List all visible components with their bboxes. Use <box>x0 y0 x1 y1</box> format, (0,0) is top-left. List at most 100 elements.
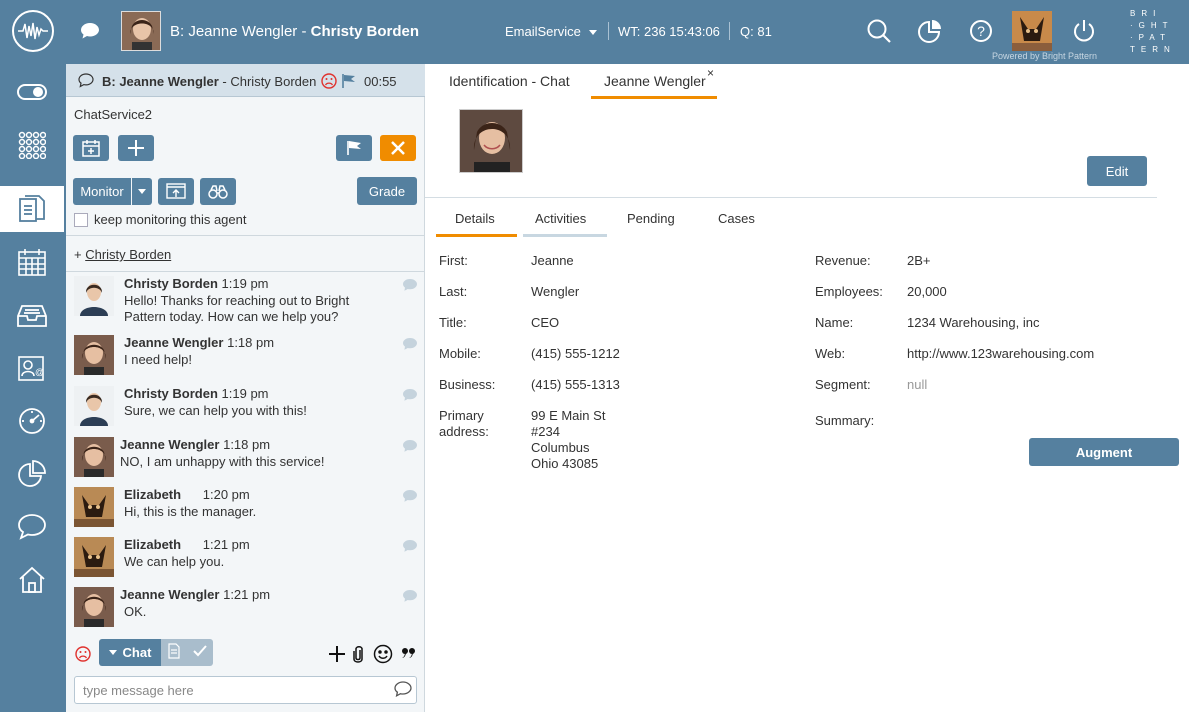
chat-panel: B: Jeanne Wengler - Christy Borden 00:55… <box>64 64 425 712</box>
participant-name[interactable]: Christy Borden <box>85 247 171 262</box>
message-text: We can help you. <box>124 554 225 569</box>
chat-bubble-icon <box>78 73 94 91</box>
field-value-web[interactable]: http://www.123warehousing.com <box>907 346 1094 362</box>
message-time: 1:19 pm <box>221 276 269 291</box>
service-select[interactable]: EmailService <box>505 24 581 39</box>
search-icon[interactable] <box>866 18 892 44</box>
checkmark-icon[interactable] <box>192 644 208 661</box>
active-tab-indicator <box>591 96 717 99</box>
flag-button[interactable] <box>336 135 372 161</box>
message-bubble-icon <box>402 539 418 556</box>
chat-bubble-icon[interactable] <box>80 22 100 43</box>
sad-face-icon <box>321 73 337 92</box>
message-text: OK. <box>124 604 147 619</box>
quote-icon[interactable] <box>401 646 417 663</box>
top-bar: B: Jeanne Wengler - Christy Borden Email… <box>0 0 1189 64</box>
tab-contact[interactable]: Jeanne Wengler <box>604 73 706 89</box>
power-icon[interactable] <box>1071 18 1097 44</box>
agent-avatar <box>74 276 114 316</box>
tab-activities[interactable]: Activities <box>535 211 586 226</box>
field-label-web: Web: <box>815 346 846 361</box>
screen-monitor-button[interactable] <box>158 178 194 205</box>
dialpad-icon[interactable] <box>0 122 64 168</box>
plus-icon[interactable] <box>328 645 346 666</box>
keep-monitoring-checkbox[interactable] <box>74 212 88 227</box>
message-time: 1:19 pm <box>221 386 269 401</box>
field-value-name: 1234 Warehousing, inc <box>907 315 1040 330</box>
divider <box>66 271 425 272</box>
documents-icon[interactable] <box>0 186 64 232</box>
close-tab-icon[interactable]: × <box>707 66 714 80</box>
field-value-title: CEO <box>531 315 560 330</box>
chevron-down-icon <box>138 189 146 194</box>
field-value-address-line-3: Columbus <box>531 440 590 455</box>
waveform-logo-icon[interactable] <box>12 10 54 52</box>
field-value-address-line-4: Ohio 43085 <box>531 456 599 471</box>
augment-button[interactable]: Augment <box>1029 438 1179 466</box>
pie-chart-icon[interactable] <box>917 18 943 44</box>
contact-card-icon[interactable]: @ <box>0 345 64 391</box>
svg-text:?: ? <box>977 23 985 39</box>
message-bubble-icon <box>402 337 418 354</box>
calendar-icon[interactable] <box>0 239 64 285</box>
chat-mode-label: Chat <box>122 645 152 660</box>
binoculars-button[interactable] <box>200 178 236 205</box>
reports-pie-icon[interactable] <box>0 451 64 497</box>
schedule-button[interactable] <box>73 135 109 161</box>
wait-time: WT: 236 15:43:06 <box>618 24 720 39</box>
field-label-name: Name: <box>815 315 854 330</box>
document-icon[interactable] <box>167 643 181 662</box>
chat-nav-icon[interactable] <box>0 504 64 550</box>
field-value-revenue: 2B+ <box>907 253 931 268</box>
message-text: Hello! Thanks for reaching out to Bright… <box>124 293 350 324</box>
message-author: Jeanne Wengler <box>120 587 220 602</box>
add-button[interactable] <box>118 135 154 161</box>
user-avatar[interactable] <box>1012 11 1052 51</box>
chat-header-sep: - <box>218 74 231 89</box>
tab-identification[interactable]: Identification - Chat <box>449 73 570 89</box>
keep-monitoring-label: keep monitoring this agent <box>94 212 247 227</box>
manager-avatar <box>74 487 114 527</box>
customer-avatar <box>74 335 114 375</box>
toggle-icon[interactable] <box>0 69 64 115</box>
message-text: I need help! <box>124 352 192 367</box>
field-value-last: Wengler <box>531 284 580 299</box>
smiley-icon[interactable] <box>373 644 393 667</box>
keep-monitoring-row[interactable]: keep monitoring this agent <box>74 212 246 227</box>
svg-text:BRI: BRI <box>1130 9 1161 18</box>
message-bubble-icon <box>402 589 418 606</box>
end-chat-button[interactable] <box>380 135 416 161</box>
participant-link[interactable]: + Christy Borden <box>74 247 171 262</box>
field-value-mobile: (415) 555-1212 <box>531 346 620 361</box>
message-bubble-icon <box>402 278 418 295</box>
message-bubble-icon <box>402 388 418 405</box>
message-author: Jeanne Wengler <box>120 437 220 452</box>
chat-mode-button[interactable]: Chat <box>99 639 161 666</box>
message-input[interactable]: type message here <box>74 676 417 704</box>
gauge-icon[interactable] <box>0 398 64 444</box>
chat-header-name: Christy Borden <box>230 74 317 89</box>
divider <box>66 235 425 236</box>
tab-details[interactable]: Details <box>455 211 495 226</box>
field-label-summary: Summary: <box>815 413 875 428</box>
chat-timer: 00:55 <box>364 74 397 89</box>
paperclip-icon[interactable] <box>352 645 364 666</box>
edit-button[interactable]: Edit <box>1087 156 1147 186</box>
sad-face-icon[interactable] <box>75 646 91 665</box>
tab-pending[interactable]: Pending <box>627 211 675 226</box>
grade-button[interactable]: Grade <box>357 177 417 205</box>
monitor-button[interactable]: Monitor <box>73 178 131 205</box>
inbox-tray-icon[interactable] <box>0 292 64 338</box>
home-icon[interactable] <box>0 557 64 603</box>
chat-header[interactable]: B: Jeanne Wengler - Christy Borden 00:55 <box>66 64 425 97</box>
field-value-address-line-2: #234 <box>531 424 560 439</box>
field-label-address: Primary address: <box>439 408 489 439</box>
chevron-down-icon[interactable] <box>589 30 597 35</box>
monitor-dropdown-button[interactable] <box>132 178 152 205</box>
help-icon[interactable]: ? <box>968 18 994 44</box>
agent-avatar <box>121 11 161 51</box>
tab-cases[interactable]: Cases <box>718 211 755 226</box>
send-bubble-icon[interactable] <box>394 681 412 700</box>
field-label-title: Title: <box>439 315 467 330</box>
message-text: Hi, this is the manager. <box>124 504 257 519</box>
